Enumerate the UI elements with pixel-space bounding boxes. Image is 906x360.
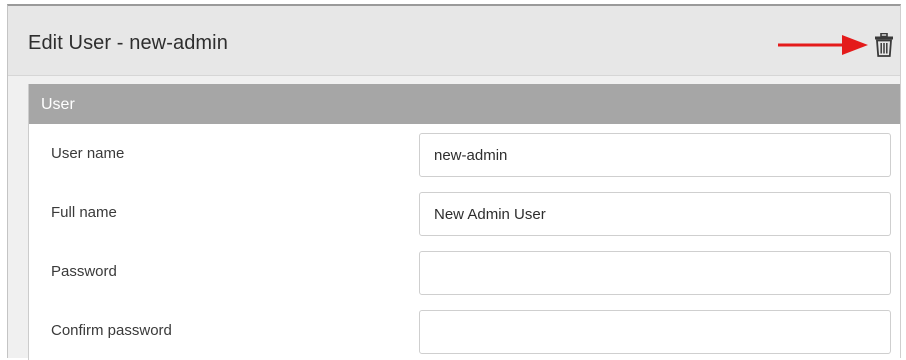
user-name-input[interactable] <box>419 133 891 177</box>
password-row: Password <box>29 242 900 301</box>
full-name-input[interactable] <box>419 192 891 236</box>
edit-user-dialog: Edit User - new-admin User User name Ful… <box>7 4 901 360</box>
dialog-title: Edit User - new-admin <box>28 32 228 54</box>
user-name-row: User name <box>29 124 900 183</box>
password-label: Password <box>51 263 117 280</box>
trash-icon[interactable] <box>874 33 894 57</box>
password-input[interactable] <box>419 251 891 295</box>
dialog-header: Edit User - new-admin <box>8 6 900 76</box>
user-section-panel: User User name Full name Password Confir… <box>28 84 900 360</box>
confirm-password-input[interactable] <box>419 310 891 354</box>
section-header: User <box>29 84 900 124</box>
confirm-password-row: Confirm password <box>29 301 900 360</box>
red-arrow-icon <box>778 35 868 55</box>
confirm-password-label: Confirm password <box>51 322 172 339</box>
full-name-label: Full name <box>51 204 117 221</box>
full-name-row: Full name <box>29 183 900 242</box>
section-title: User <box>41 96 75 113</box>
user-name-label: User name <box>51 145 125 162</box>
